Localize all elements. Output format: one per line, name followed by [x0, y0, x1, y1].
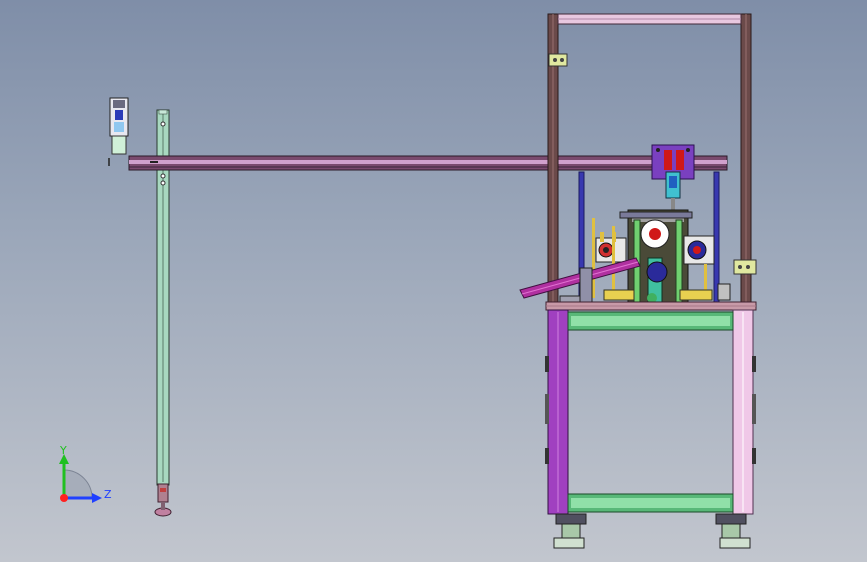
cabinet-hinges — [545, 356, 756, 464]
cabinet-frame[interactable] — [547, 309, 754, 515]
left-gear-unit[interactable] — [595, 232, 627, 263]
corner-bracket-left — [548, 53, 568, 67]
corner-bracket-right — [733, 259, 757, 275]
right-gear-unit[interactable] — [683, 235, 715, 265]
cad-viewport[interactable]: Y Z — [0, 0, 867, 562]
frame-top-crossbar[interactable] — [557, 13, 742, 25]
sensor-unit[interactable] — [108, 97, 129, 166]
vertical-cylinder[interactable] — [665, 171, 681, 216]
leveling-foot-left-rail — [154, 483, 172, 517]
y-axis-label: Y — [59, 444, 67, 457]
x-axis-dot — [60, 494, 68, 502]
coordinate-triad[interactable]: Y Z — [40, 440, 130, 520]
machine-assembly-view[interactable] — [0, 0, 867, 562]
cabinet-foot-left — [553, 513, 587, 549]
z-axis-arrow-head — [92, 493, 102, 503]
horizontal-beam[interactable] — [128, 155, 728, 171]
cabinet-foot-right — [715, 513, 751, 549]
triad-quadrant — [63, 469, 93, 499]
z-axis-label: Z — [104, 488, 112, 501]
table-top[interactable] — [545, 301, 757, 311]
